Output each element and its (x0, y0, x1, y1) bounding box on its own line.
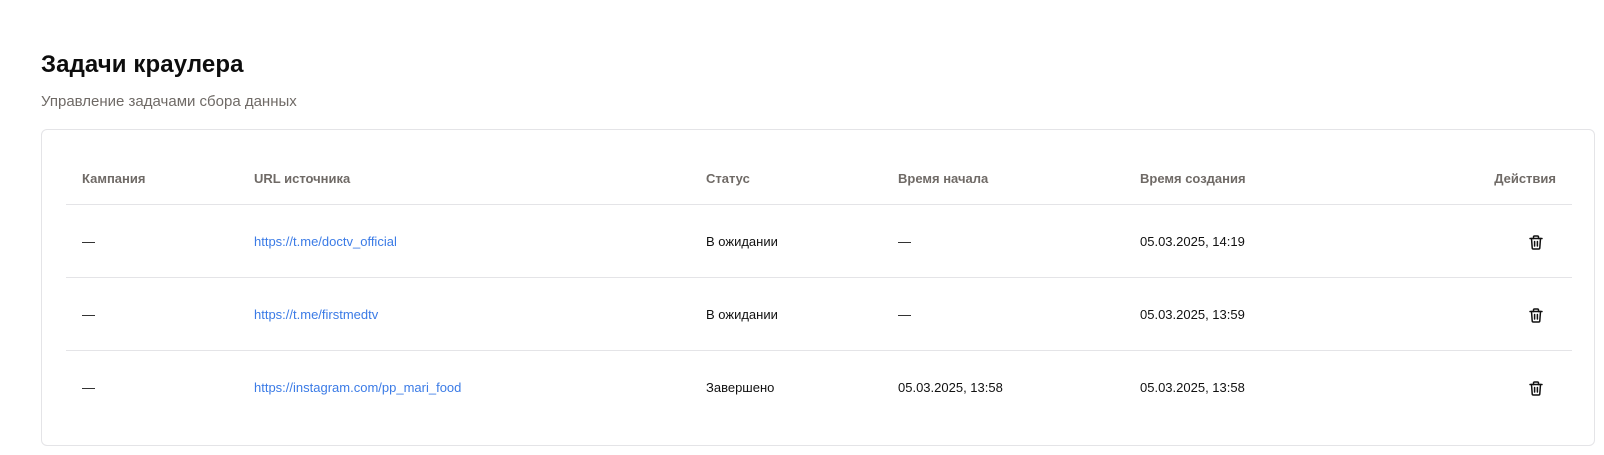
cell-start-time: — (898, 234, 911, 249)
cell-campaign: — (82, 234, 95, 249)
delete-task-button[interactable] (1526, 232, 1546, 252)
table-header: Кампания URL источника Статус Время нача… (66, 152, 1572, 205)
cell-created-time: 05.03.2025, 14:19 (1140, 234, 1245, 249)
source-url-link[interactable]: https://t.me/firstmedtv (254, 278, 378, 351)
column-header-status: Статус (706, 171, 750, 186)
tasks-card: Кампания URL источника Статус Время нача… (41, 129, 1595, 446)
cell-status: В ожидании (706, 307, 778, 322)
trash-icon (1529, 380, 1543, 396)
column-header-actions: Действия (1494, 171, 1556, 186)
cell-start-time: 05.03.2025, 13:58 (898, 380, 1003, 395)
cell-status: Завершено (706, 380, 775, 395)
trash-icon (1529, 307, 1543, 323)
table-row: — https://instagram.com/pp_mari_food Зав… (66, 351, 1572, 424)
tasks-table: Кампания URL источника Статус Время нача… (66, 152, 1572, 424)
column-header-url: URL источника (254, 171, 351, 186)
cell-status: В ожидании (706, 234, 778, 249)
table-row: — https://t.me/firstmedtv В ожидании — 0… (66, 278, 1572, 351)
column-header-campaign: Кампания (82, 171, 146, 186)
source-url-link[interactable]: https://t.me/doctv_official (254, 205, 397, 278)
cell-campaign: — (82, 307, 95, 322)
crawler-tasks-page: Задачи краулера Управление задачами сбор… (0, 0, 1604, 455)
delete-task-button[interactable] (1526, 378, 1546, 398)
cell-campaign: — (82, 380, 95, 395)
column-header-created-time: Время создания (1140, 171, 1246, 186)
delete-task-button[interactable] (1526, 305, 1546, 325)
cell-created-time: 05.03.2025, 13:59 (1140, 307, 1245, 322)
column-header-start-time: Время начала (898, 171, 989, 186)
cell-created-time: 05.03.2025, 13:58 (1140, 380, 1245, 395)
page-subtitle: Управление задачами сбора данных (41, 93, 297, 110)
cell-start-time: — (898, 307, 911, 322)
table-row: — https://t.me/doctv_official В ожидании… (66, 205, 1572, 278)
source-url-link[interactable]: https://instagram.com/pp_mari_food (254, 351, 461, 424)
page-title: Задачи краулера (41, 51, 244, 78)
trash-icon (1529, 234, 1543, 250)
